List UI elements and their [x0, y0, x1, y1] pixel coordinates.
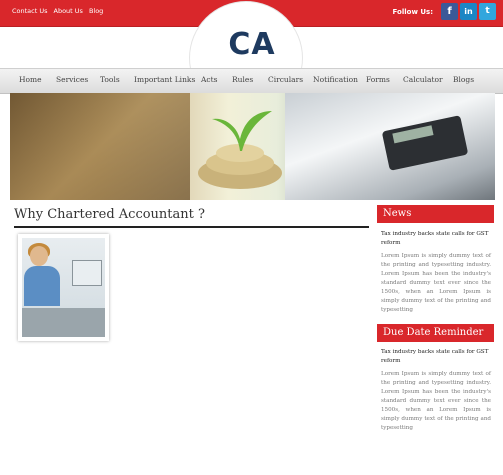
- social-links: f in t: [441, 3, 496, 20]
- main-navigation: Home Services Tools Important Links Acts…: [0, 68, 503, 94]
- nav-item-home[interactable]: Home: [19, 75, 42, 84]
- nav-item-services[interactable]: Services: [56, 75, 88, 84]
- news-item-text: Lorem Ipsum is simply dummy text of the …: [381, 253, 491, 313]
- due-date-heading: Due Date Reminder: [377, 324, 494, 342]
- nav-item-rules[interactable]: Rules: [232, 75, 253, 84]
- ca-logo[interactable]: CA: [224, 24, 280, 66]
- due-date-item-text: Lorem Ipsum is simply dummy text of the …: [381, 371, 491, 431]
- nav-item-forms[interactable]: Forms: [366, 75, 390, 84]
- facebook-icon[interactable]: f: [441, 3, 458, 20]
- due-date-item-title[interactable]: Tax industry backs state calls for GST r…: [381, 348, 491, 366]
- money-clock-image: [10, 93, 190, 200]
- about-us-link[interactable]: About Us: [54, 7, 83, 15]
- nav-item-circulars[interactable]: Circulars: [268, 75, 303, 84]
- follow-us-label: Follow Us:: [392, 8, 433, 16]
- news-heading: News: [377, 205, 494, 223]
- news-item-title[interactable]: Tax industry backs state calls for GST r…: [381, 230, 491, 248]
- title-divider: [14, 226, 369, 228]
- nav-item-important-links[interactable]: Important Links: [134, 75, 195, 84]
- nav-item-tools[interactable]: Tools: [100, 75, 120, 84]
- nav-item-calculator[interactable]: Calculator: [403, 75, 443, 84]
- blog-link[interactable]: Blog: [89, 7, 103, 15]
- nav-item-notification[interactable]: Notification: [313, 75, 358, 84]
- linkedin-icon[interactable]: in: [460, 3, 477, 20]
- hero-banner: [10, 93, 495, 200]
- coins-plant-image: [198, 111, 282, 189]
- nav-item-blogs[interactable]: Blogs: [453, 75, 474, 84]
- calculator-icon: [382, 115, 468, 171]
- page-title: Why Chartered Accountant ?: [14, 207, 205, 222]
- accountant-photo: [18, 234, 109, 341]
- nav-item-acts[interactable]: Acts: [201, 75, 217, 84]
- contact-us-link[interactable]: Contact Us: [12, 7, 48, 15]
- top-links: Contact Us About Us Blog: [12, 7, 103, 15]
- logo-text: CA: [228, 27, 276, 62]
- twitter-icon[interactable]: t: [479, 3, 496, 20]
